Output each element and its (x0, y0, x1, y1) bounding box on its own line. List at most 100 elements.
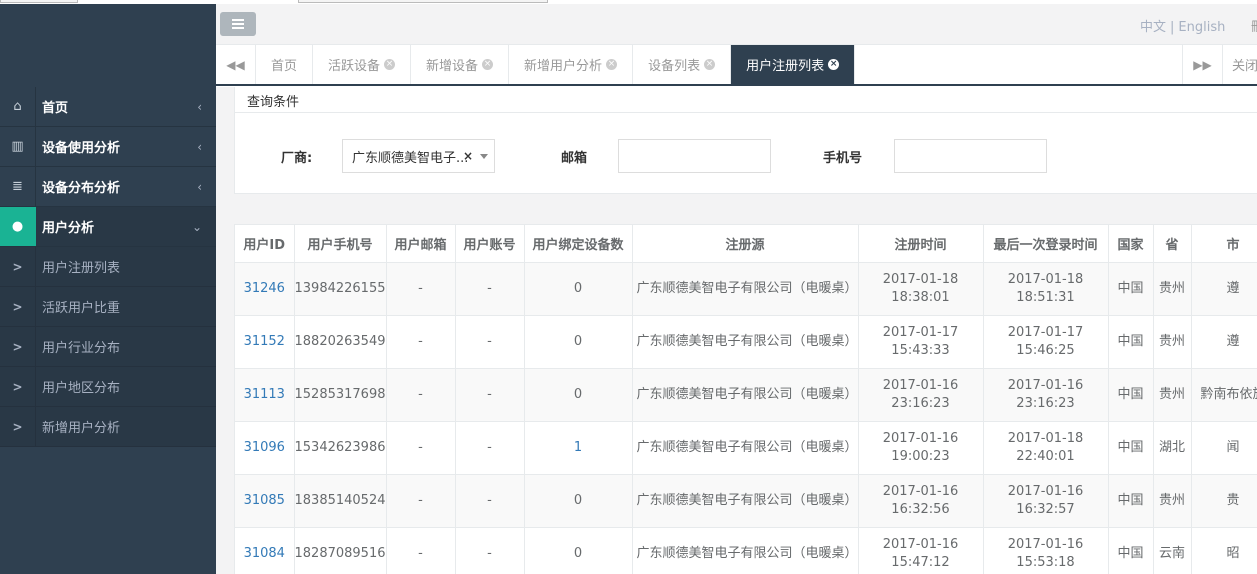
sidebar-item-label: 首页 (42, 101, 69, 116)
reg-date: 2017-01-16 (882, 483, 959, 499)
user-id-link[interactable]: 31085 (244, 493, 285, 508)
vendor-select[interactable]: 广东顺德美智电子... × (342, 139, 495, 173)
backward-icon: ◀◀ (226, 57, 245, 72)
user-id-link[interactable]: 31096 (244, 440, 285, 455)
account-cell: - (455, 421, 525, 475)
tab-scroll-right-button[interactable]: ▶▶ (1182, 45, 1222, 84)
close-icon[interactable]: × (606, 59, 618, 70)
sidebar-subitem[interactable]: > 新增用户分析 (0, 407, 216, 447)
chevron-right-icon: > (0, 407, 36, 446)
sidebar-item[interactable]: ≣ 设备分布分析 ‹ (0, 167, 216, 207)
user-id-link[interactable]: 31113 (244, 387, 285, 402)
sidebar-subitem[interactable]: > 活跃用户比重 (0, 287, 216, 327)
chevron-icon: ‹ (197, 139, 202, 154)
user-registration-table: 用户ID 用户手机号 用户邮箱 用户账号 用户绑定设备数 注册源 注册时间 最后一次登录时间国… (235, 225, 1257, 574)
column-header[interactable]: 注册时间 (858, 225, 984, 263)
login-time-cell: 2017-01-16 16:32:57 (983, 474, 1109, 528)
column-header[interactable]: 用户邮箱 (386, 225, 456, 263)
column-header[interactable]: 用户手机号 (294, 225, 387, 263)
reg-time-cell: 2017-01-17 15:43:33 (858, 315, 984, 369)
user-id-cell: 31113 (235, 368, 295, 422)
sidebar-subitem-label: 用户注册列表 (42, 261, 121, 276)
user-id-link[interactable]: 31084 (244, 546, 285, 561)
device-count-cell: 0 (524, 527, 633, 574)
page-tab[interactable]: 新增设备 × (411, 45, 510, 84)
lang-english-link[interactable]: English (1178, 20, 1225, 35)
account-cell: - (455, 368, 525, 422)
browser-tab-fragment[interactable] (0, 0, 78, 3)
menu-toggle-button[interactable] (220, 12, 256, 36)
column-header[interactable]: 市 (1191, 225, 1257, 263)
close-icon[interactable]: × (704, 59, 716, 70)
close-icon[interactable]: × (384, 59, 396, 70)
close-tabs-button[interactable]: 关闭 (1222, 45, 1257, 84)
reg-time-cell: 2017-01-16 16:32:56 (858, 474, 984, 528)
phone-cell: 13984226155 (294, 262, 387, 316)
close-icon[interactable]: × (482, 59, 494, 70)
page-tab[interactable]: 活跃设备 × (313, 45, 412, 84)
sidebar-item[interactable]: ● 用户分析 ⌄ (0, 207, 216, 247)
page-tabs: 首页 活跃设备 × 新增设备 × 新增用户分析 × 设备列表 × 用户注册列表 × (256, 45, 856, 84)
email-cell: - (386, 262, 456, 316)
topbar-extra-text[interactable]: 刪 (1251, 16, 1257, 35)
lang-chinese-link[interactable]: 中文 (1140, 20, 1166, 35)
device-count-cell: 0 (524, 315, 633, 369)
province-cell: 云南 (1153, 527, 1192, 574)
close-icon[interactable]: × (828, 59, 840, 70)
chevron-right-icon: > (0, 327, 36, 366)
phone-cell: 15342623986 (294, 421, 387, 475)
account-cell: - (455, 527, 525, 574)
table-row: 31096 15342623986- -1 广东顺德美智电子有限公司（电暖桌） 2017… (235, 421, 1257, 475)
column-header[interactable]: 用户账号 (455, 225, 525, 263)
browser-tab-fragment[interactable] (298, 0, 548, 3)
sidebar-subitem-label: 用户行业分布 (42, 341, 121, 356)
source-cell: 广东顺德美智电子有限公司（电暖桌） (632, 262, 859, 316)
account-cell: - (455, 474, 525, 528)
forward-icon: ▶▶ (1193, 57, 1212, 72)
phone-input[interactable] (894, 139, 1047, 173)
sidebar-item[interactable]: ▥ 设备使用分析 ‹ (0, 127, 216, 167)
query-title: 查询条件 (247, 95, 300, 110)
sidebar-subitem[interactable]: > 用户注册列表 (0, 247, 216, 287)
login-time: 22:40:01 (1016, 448, 1075, 464)
server-icon: ≣ (0, 167, 36, 206)
column-header[interactable]: 省 (1153, 225, 1192, 263)
login-time-cell: 2017-01-17 15:46:25 (983, 315, 1109, 369)
column-header[interactable]: 注册源 (632, 225, 859, 263)
device-count-cell[interactable]: 1 (524, 421, 633, 475)
user-id-link[interactable]: 31246 (244, 281, 285, 296)
page-tab[interactable]: 用户注册列表 × (731, 45, 856, 84)
sidebar-subitem[interactable]: > 用户地区分布 (0, 367, 216, 407)
reg-date: 2017-01-16 (882, 430, 959, 446)
city-cell: 昭 (1191, 527, 1257, 574)
user-id-link[interactable]: 31152 (244, 334, 285, 349)
column-header[interactable]: 最后一次登录时间 (983, 225, 1109, 263)
sidebar-subitem[interactable]: > 用户行业分布 (0, 327, 216, 367)
tab-label: 新增设备 (426, 59, 479, 74)
column-header[interactable]: 用户绑定设备数 (524, 225, 633, 263)
clear-icon[interactable]: × (463, 149, 473, 163)
login-time-cell: 2017-01-18 18:51:31 (983, 262, 1109, 316)
sidebar-item[interactable]: ⌂ 首页 ‹ (0, 87, 216, 127)
page-tab[interactable]: 新增用户分析 × (509, 45, 634, 84)
column-header[interactable]: 用户ID (235, 225, 295, 263)
source-cell: 广东顺德美智电子有限公司（电暖桌） (632, 368, 859, 422)
reg-time-cell: 2017-01-16 15:47:12 (858, 527, 984, 574)
bar-chart-icon: ▥ (0, 127, 36, 166)
page-tab[interactable]: 设备列表 × (633, 45, 732, 84)
user-id-cell: 31085 (235, 474, 295, 528)
province-cell: 湖北 (1153, 421, 1192, 475)
login-date: 2017-01-17 (1007, 324, 1084, 340)
login-date: 2017-01-16 (1007, 483, 1084, 499)
page-tab[interactable]: 首页 (256, 45, 314, 84)
email-cell: - (386, 527, 456, 574)
email-input[interactable] (618, 139, 771, 173)
phone-cell: 18385140524 (294, 474, 387, 528)
column-header[interactable]: 国家 (1108, 225, 1154, 263)
reg-date: 2017-01-17 (882, 324, 959, 340)
table-header-row: 用户ID 用户手机号 用户邮箱 用户账号 用户绑定设备数 注册源 注册时间 最后一次登录时间国… (235, 225, 1257, 263)
email-cell: - (386, 421, 456, 475)
tab-scroll-left-button[interactable]: ◀◀ (216, 45, 256, 84)
device-count-cell: 0 (524, 474, 633, 528)
reg-time-cell: 2017-01-16 19:00:23 (858, 421, 984, 475)
